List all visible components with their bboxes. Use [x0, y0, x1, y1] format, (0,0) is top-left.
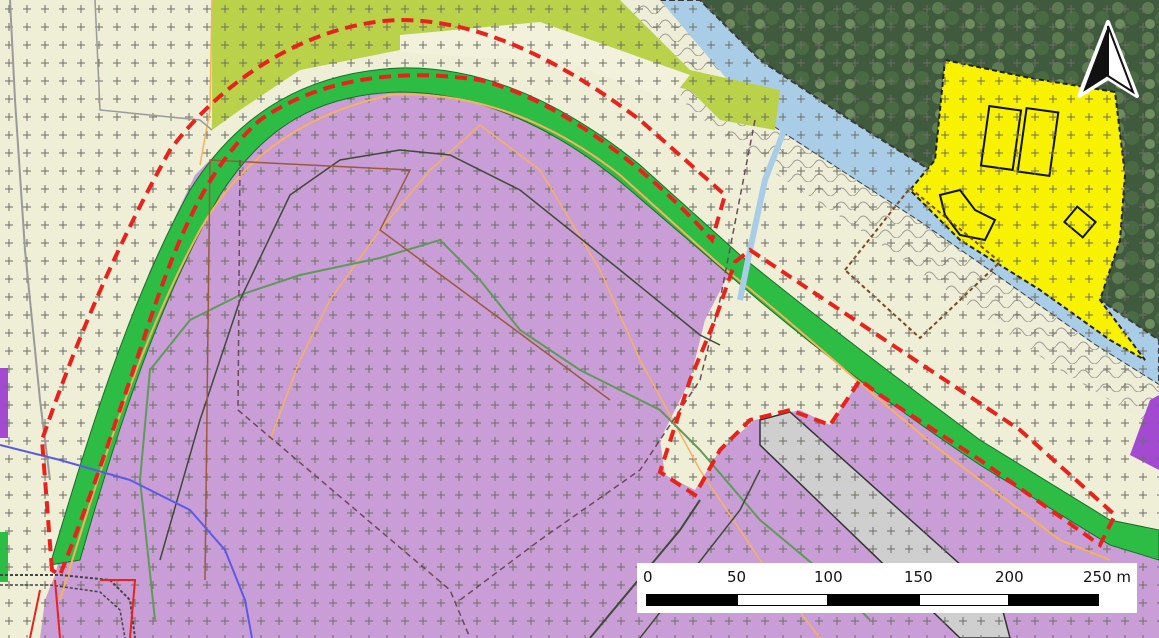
cross-hatch: [0, 0, 1159, 638]
scale-tick-label: 0: [643, 568, 653, 586]
map-canvas[interactable]: [0, 0, 1159, 638]
scale-tick-label: 100: [814, 568, 843, 586]
scale-segment: [737, 594, 828, 606]
scale-tick-label: 250 m: [1083, 568, 1132, 586]
scale-segment: [1009, 594, 1099, 606]
scale-segment: [919, 594, 1009, 606]
north-arrow-icon: [1077, 20, 1139, 98]
scale-segment: [828, 594, 919, 606]
scale-tick-label: 50: [727, 568, 747, 586]
scale-tick-label: 200: [995, 568, 1024, 586]
scale-tick-label: 150: [904, 568, 933, 586]
scale-bar: 0 50 100 150 200 250 m: [637, 563, 1137, 613]
scale-segment: [646, 594, 737, 606]
